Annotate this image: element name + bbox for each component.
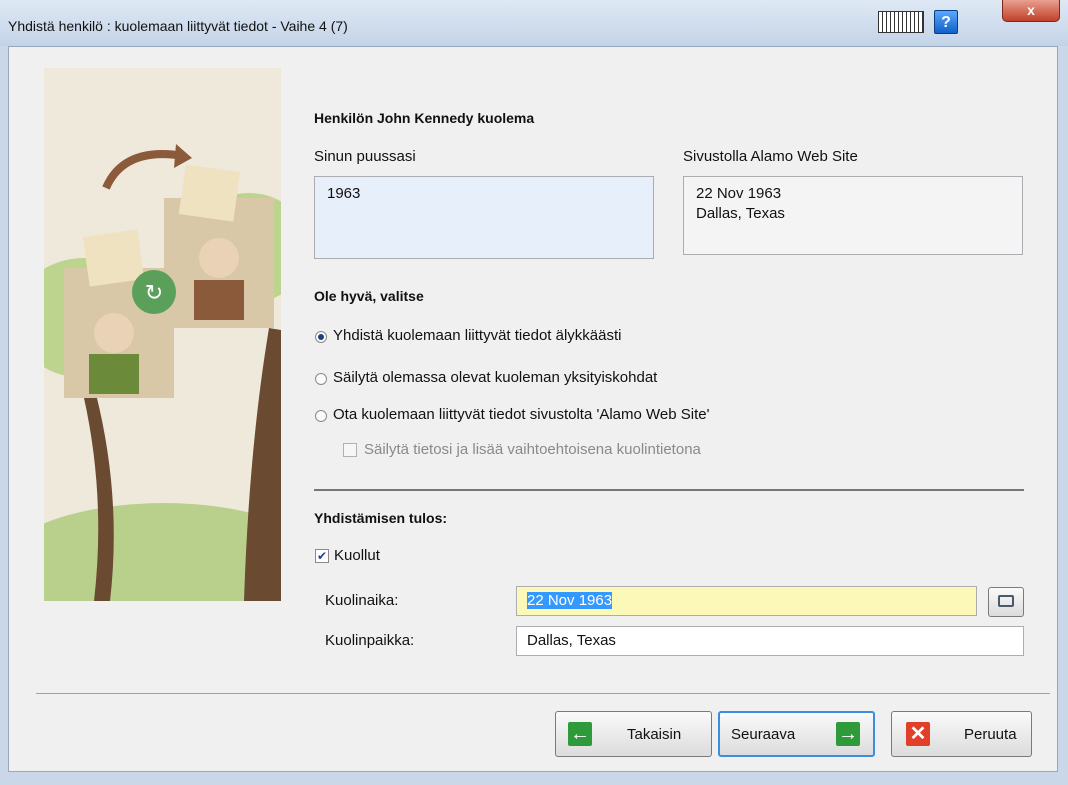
next-arrow-icon: → xyxy=(836,722,860,746)
back-arrow-icon: ← xyxy=(568,722,592,746)
tree-label: Sinun puussasi xyxy=(314,148,416,165)
calendar-icon xyxy=(998,595,1014,607)
close-button[interactable]: x xyxy=(1002,0,1060,22)
cancel-button-label: Peruuta xyxy=(964,726,1017,743)
death-date-value: 22 Nov 1963 xyxy=(527,592,613,609)
option-take-from-site-label[interactable]: Ota kuolemaan liittyvät tiedot sivustolt… xyxy=(333,406,709,423)
death-date-label: Kuolinaika: xyxy=(325,592,399,609)
keep-alternate-label: Säilytä tietosi ja lisää vaihtoehtoisena… xyxy=(364,441,701,458)
death-place-label: Kuolinpaikka: xyxy=(325,632,415,649)
tree-value-box: 1963 xyxy=(314,176,654,259)
keep-alternate-checkbox[interactable] xyxy=(343,443,357,457)
cancel-x-icon: ✕ xyxy=(906,722,930,746)
option-merge-smart-label[interactable]: Yhdistä kuolemaan liittyvät tiedot älykk… xyxy=(333,327,621,344)
svg-text:↻: ↻ xyxy=(145,281,163,306)
cancel-button[interactable]: ✕ Peruuta xyxy=(891,711,1032,757)
death-place-input[interactable]: Dallas, Texas xyxy=(516,626,1024,656)
help-icon[interactable]: ? xyxy=(934,10,958,34)
section-divider xyxy=(314,489,1024,491)
deceased-label[interactable]: Kuollut xyxy=(334,547,380,564)
option-keep-existing-label[interactable]: Säilytä olemassa olevat kuoleman yksityi… xyxy=(333,369,657,386)
back-button-label: Takaisin xyxy=(627,726,682,743)
dialog-window: Yhdistä henkilö : kuolemaan liittyvät ti… xyxy=(0,0,1068,785)
site-value-box: 22 Nov 1963 Dallas, Texas xyxy=(683,176,1023,255)
calendar-button[interactable] xyxy=(988,587,1024,617)
site-date-value: 22 Nov 1963 xyxy=(696,185,782,202)
title-bar[interactable]: Yhdistä henkilö : kuolemaan liittyvät ti… xyxy=(0,0,1068,46)
site-label: Sivustolla Alamo Web Site xyxy=(683,148,858,165)
window-title: Yhdistä henkilö : kuolemaan liittyvät ti… xyxy=(8,18,348,34)
radio-merge-smart[interactable] xyxy=(315,331,327,343)
person-heading: Henkilön John Kennedy kuolema xyxy=(314,110,535,126)
back-button[interactable]: ← Takaisin xyxy=(555,711,712,757)
death-date-input[interactable]: 22 Nov 1963 xyxy=(516,586,977,616)
death-place-value: Dallas, Texas xyxy=(527,632,616,649)
deceased-checkbox[interactable]: ✔ xyxy=(315,549,329,563)
site-place-value: Dallas, Texas xyxy=(696,205,785,222)
next-button-label: Seuraava xyxy=(731,726,796,743)
keyboard-icon[interactable] xyxy=(878,11,924,33)
merge-illustration: ↻ xyxy=(44,68,281,601)
tree-value: 1963 xyxy=(327,185,361,202)
radio-keep-existing[interactable] xyxy=(315,373,327,385)
result-heading: Yhdistämisen tulos: xyxy=(314,510,448,526)
footer-divider xyxy=(36,693,1050,694)
radio-take-from-site[interactable] xyxy=(315,410,327,422)
next-button[interactable]: Seuraava → xyxy=(718,711,875,757)
choose-heading: Ole hyvä, valitse xyxy=(314,288,424,304)
